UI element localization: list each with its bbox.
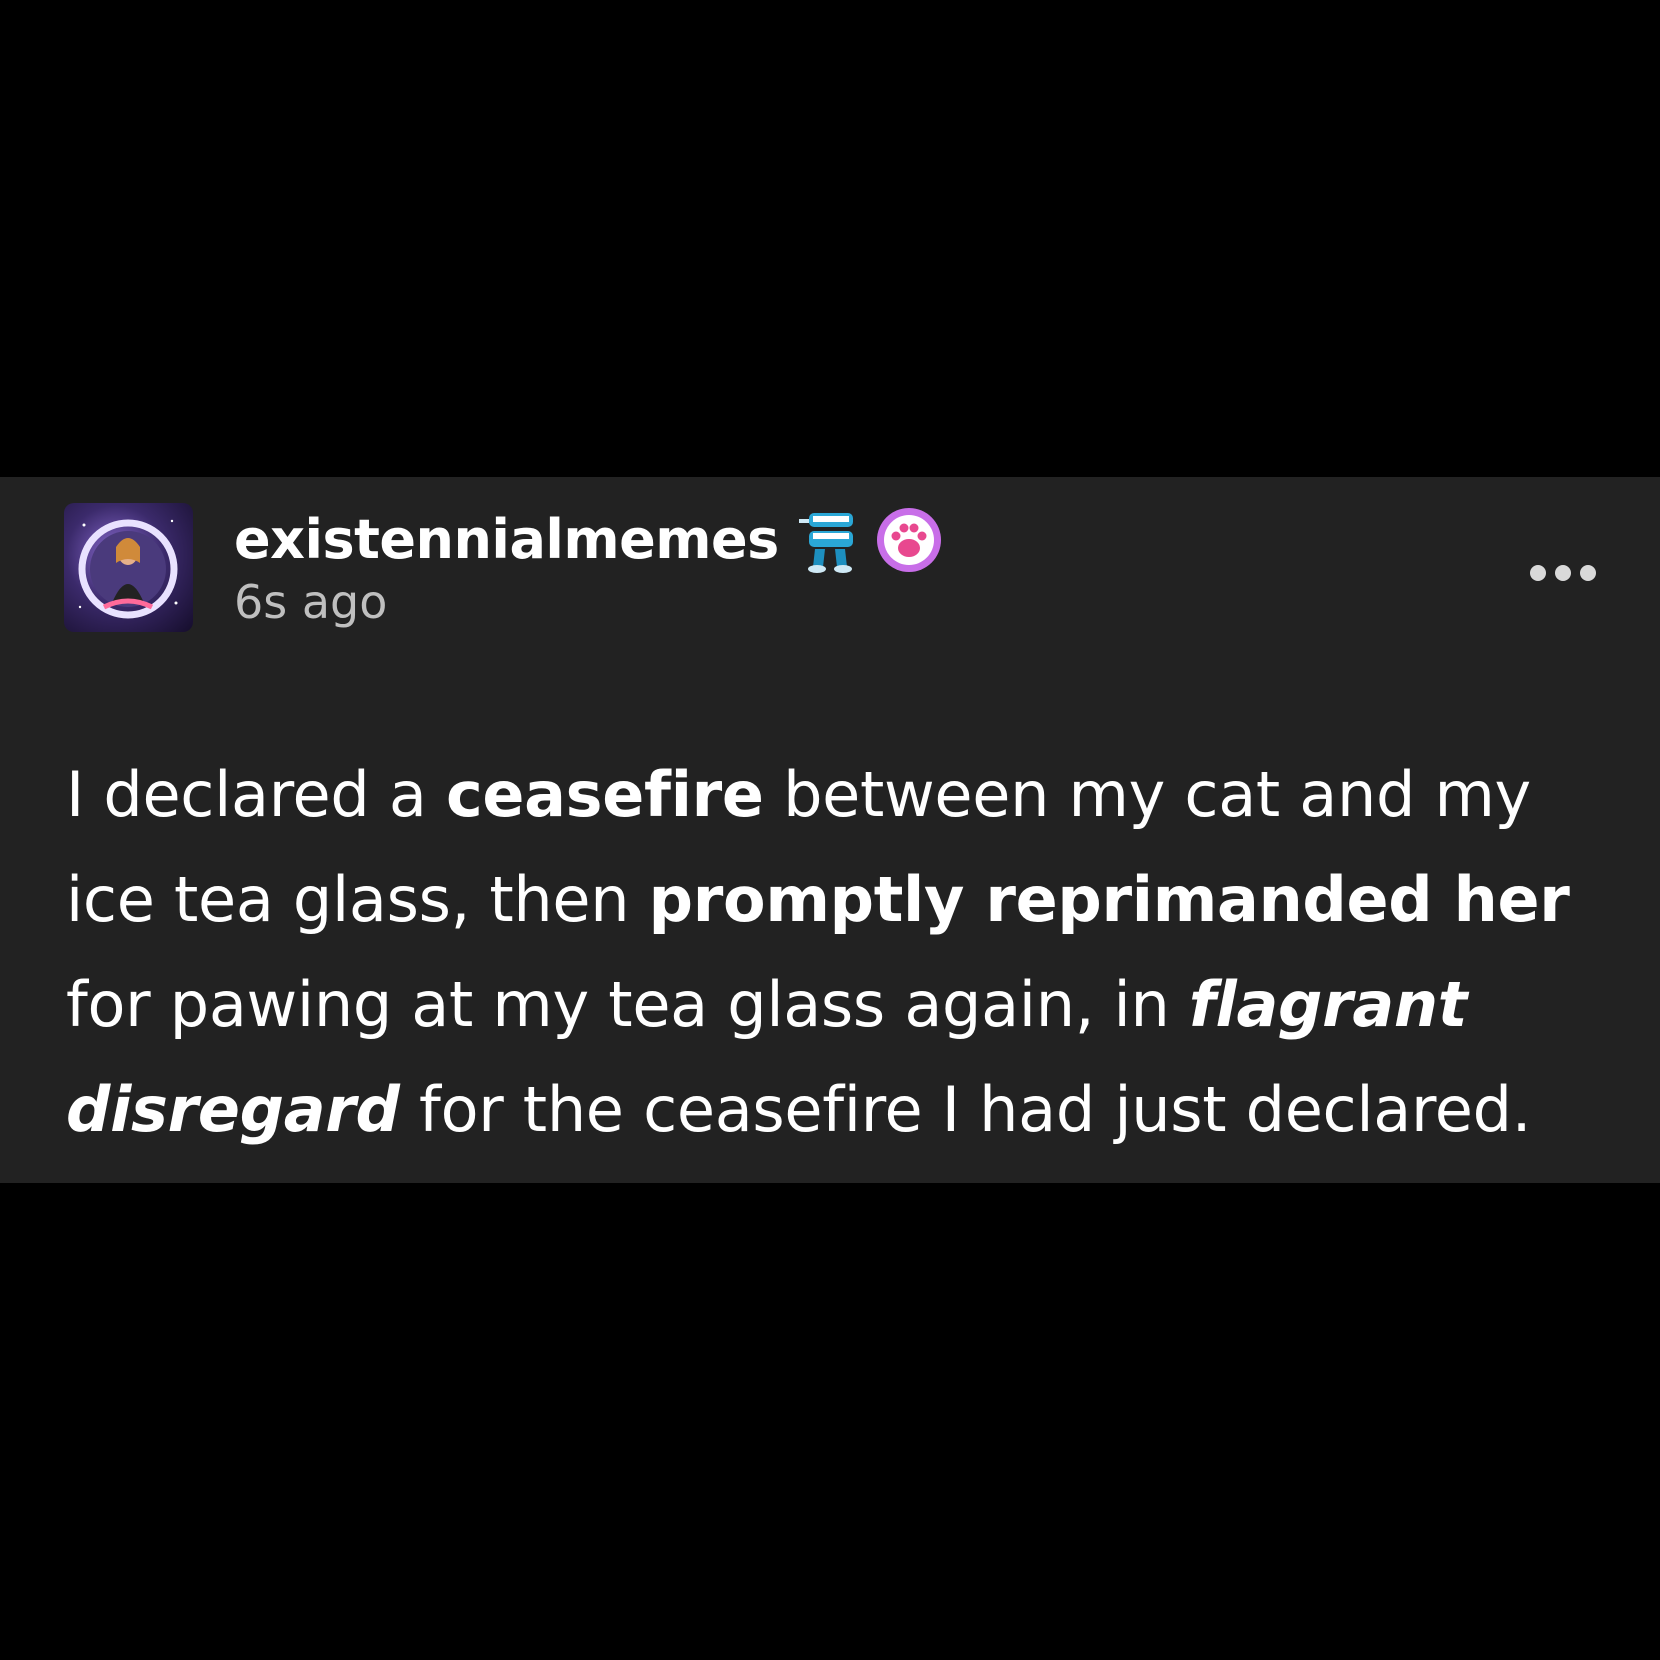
bold-ceasefire: ceasefire: [445, 758, 764, 831]
post-card: existennialmemes 6s ago I declared a cea…: [0, 477, 1660, 1183]
timestamp: 6s ago: [234, 575, 388, 629]
name-row: existennialmemes: [234, 505, 943, 575]
body-text: I declared a: [66, 758, 446, 831]
bold-reprimanded: promptly reprimanded her: [648, 863, 1570, 936]
body-text: for the ceasefire I had just declared.: [399, 1073, 1532, 1146]
page: existennialmemes 6s ago I declared a cea…: [0, 0, 1660, 1660]
paw-icon[interactable]: [875, 506, 943, 574]
avatar-image: [78, 519, 178, 619]
more-options-icon[interactable]: [1528, 559, 1598, 587]
body-text: for pawing at my tea glass again, in: [66, 968, 1189, 1041]
chattering-teeth-icon[interactable]: [797, 505, 861, 575]
avatar[interactable]: [64, 503, 193, 632]
post-body: I declared a ceasefire between my cat an…: [66, 742, 1606, 1162]
username[interactable]: existennialmemes: [234, 513, 779, 567]
post-header: existennialmemes 6s ago: [234, 505, 943, 625]
